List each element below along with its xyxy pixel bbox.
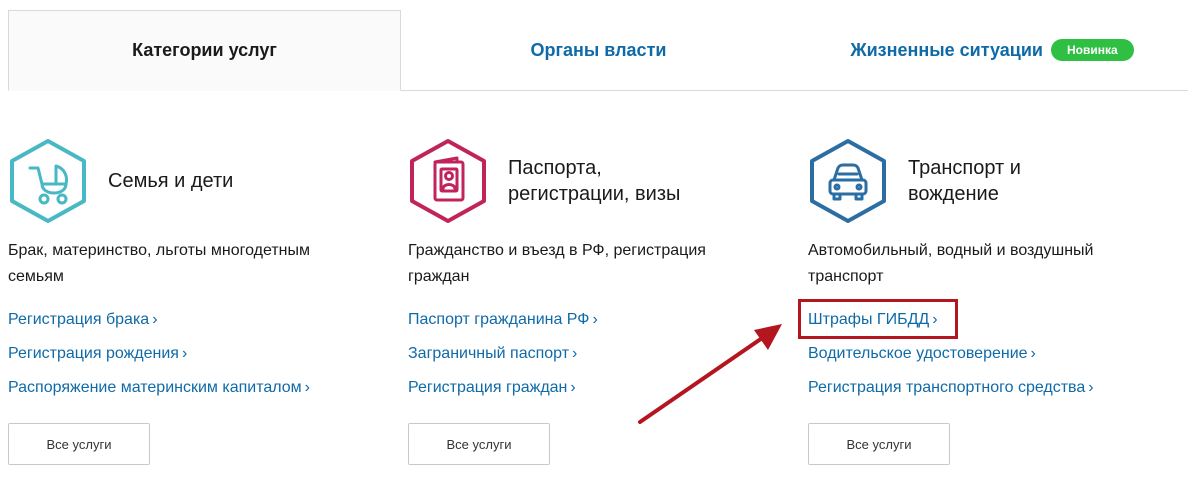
chevron-right-icon: › [1088, 379, 1094, 396]
link-label: Паспорт гражданина РФ [408, 311, 590, 328]
chevron-right-icon: › [572, 345, 578, 362]
tab-label: Органы власти [530, 39, 667, 60]
link-vehicle-registration[interactable]: Регистрация транспортного средства › [808, 376, 1188, 410]
tab-service-categories[interactable]: Категории услуг [8, 10, 401, 91]
link-label: Штрафы ГИБДД [808, 311, 930, 328]
link-driver-license[interactable]: Водительское удостоверение › [808, 342, 1188, 376]
link-label: Заграничный паспорт [408, 345, 570, 362]
chevron-right-icon: › [932, 311, 938, 328]
category-description: Брак, материнство, льготы многодетным се… [8, 242, 310, 285]
chevron-right-icon: › [592, 311, 598, 328]
tab-life-situations[interactable]: Жизненные ситуации Новинка [796, 10, 1188, 90]
all-services-button[interactable]: Все услуги [8, 423, 150, 465]
tab-label: Категории услуг [132, 40, 277, 60]
category-header: Семья и дети [8, 138, 388, 224]
tab-authorities[interactable]: Органы власти [401, 10, 796, 90]
category-links: Штрафы ГИБДД › Водительское удостоверение… [808, 308, 1188, 410]
new-badge: Новинка [1050, 39, 1134, 61]
category-family: Семья и дети Брак, материнство, льготы м… [8, 138, 388, 465]
tab-label: Жизненные ситуации [850, 39, 1043, 60]
chevron-right-icon: › [152, 311, 158, 328]
category-description: Автомобильный, водный и воздушный трансп… [808, 242, 1094, 285]
all-services-button[interactable]: Все услуги [408, 423, 550, 465]
car-icon[interactable] [808, 138, 888, 224]
link-label: Регистрация граждан [408, 379, 568, 396]
category-links: Регистрация брака › Регистрация рождения ›… [8, 308, 388, 410]
category-title: Транспорт и вождение [908, 157, 1021, 205]
link-label: Распоряжение материнским капиталом [8, 379, 302, 396]
link-internal-passport[interactable]: Паспорт гражданина РФ › [408, 308, 788, 342]
passport-icon[interactable] [408, 138, 488, 224]
link-citizen-registration[interactable]: Регистрация граждан › [408, 376, 788, 410]
category-description: Гражданство и въезд в РФ, регистрация гр… [408, 242, 706, 285]
tab-bar: Категории услуг Органы власти Жизненные … [8, 10, 1188, 91]
link-label: Регистрация брака [8, 311, 150, 328]
category-title: Паспорта, регистрации, визы [508, 157, 681, 205]
category-header: Паспорта, регистрации, визы [408, 138, 788, 224]
category-passports: Паспорта, регистрации, визы Гражданство … [408, 138, 788, 465]
link-label: Водительское удостоверение [808, 345, 1028, 362]
link-foreign-passport[interactable]: Заграничный паспорт › [408, 342, 788, 376]
link-label: Регистрация транспортного средства [808, 379, 1086, 396]
category-transport: Транспорт и вождение Автомобильный, водн… [808, 138, 1188, 465]
link-birth-registration[interactable]: Регистрация рождения › [8, 342, 388, 376]
all-services-button[interactable]: Все услуги [808, 423, 950, 465]
link-traffic-fines[interactable]: Штрафы ГИБДД › [808, 308, 1188, 342]
link-label: Регистрация рождения [8, 345, 179, 362]
category-header: Транспорт и вождение [808, 138, 1188, 224]
category-title: Семья и дети [108, 170, 234, 192]
chevron-right-icon: › [181, 345, 188, 362]
chevron-right-icon: › [304, 379, 310, 396]
chevron-right-icon: › [1030, 345, 1036, 362]
link-maternity-capital[interactable]: Распоряжение материнским капиталом › [8, 376, 388, 410]
link-marriage-registration[interactable]: Регистрация брака › [8, 308, 388, 342]
chevron-right-icon: › [570, 379, 576, 396]
baby-stroller-icon[interactable] [8, 138, 88, 224]
category-links: Паспорт гражданина РФ › Заграничный паспо… [408, 308, 788, 410]
page: Категории услуг Органы власти Жизненные … [0, 0, 1200, 502]
